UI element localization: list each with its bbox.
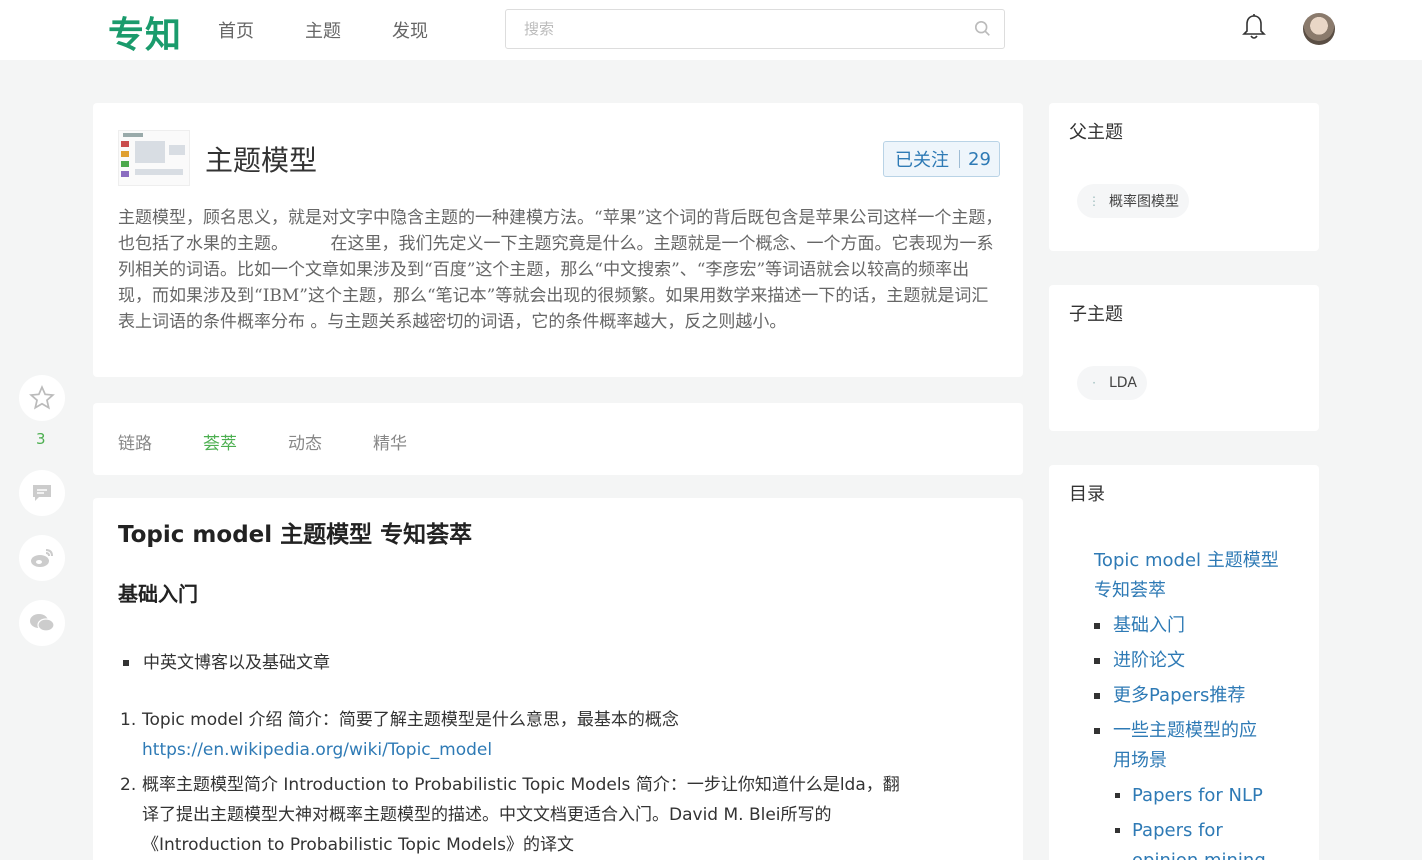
wechat-share-button[interactable] <box>19 600 65 646</box>
star-button[interactable] <box>19 375 65 421</box>
top-navbar: 专知 首页 主题 发现 <box>0 0 1422 60</box>
bullet-text: 中英文博客以及基础文章 <box>143 653 330 673</box>
follow-divider <box>959 150 960 168</box>
list-item-text-line: 《Introduction to Probabilistic Topic Mod… <box>142 835 575 855</box>
topic-description: 主题模型，顾名思义，就是对文字中隐含主题的一种建模方法。“苹果”这个词的背后既包… <box>118 208 1003 332</box>
toc-bullet <box>1094 728 1100 734</box>
list-item: 1. Topic model 介绍 简介：简要了解主题模型是什么意思，最基本的概… <box>120 705 990 765</box>
search-input[interactable] <box>506 10 946 48</box>
parent-topic-card: 父主题 ⋮ 概率图模型 <box>1049 103 1319 251</box>
parent-topic-tag[interactable]: ⋮ 概率图模型 <box>1077 184 1189 218</box>
topic-title: 主题模型 <box>205 144 318 177</box>
table-of-contents: 目录 Topic model 主题模型 专知荟萃 基础入门 进阶论文 更多Pap… <box>1049 465 1319 860</box>
comment-button[interactable] <box>19 470 65 516</box>
list-item-text-line: 概率主题模型简介 Introduction to Probabilistic T… <box>142 775 900 795</box>
follow-button[interactable]: 已关注 29 <box>883 141 1000 177</box>
toc-item-main[interactable]: 专知荟萃 <box>1094 576 1166 606</box>
wikipedia-link[interactable]: https://en.wikipedia.org/wiki/Topic_mode… <box>142 735 990 765</box>
list-item: 中英文博客以及基础文章 <box>123 648 330 673</box>
weibo-share-button[interactable] <box>19 535 65 581</box>
nav-topics[interactable]: 主题 <box>305 17 341 43</box>
topic-tag-icon: ⋮ <box>1088 194 1100 208</box>
child-topic-title: 子主题 <box>1069 304 1123 325</box>
tab-links[interactable]: 链路 <box>118 429 152 454</box>
toc-title: 目录 <box>1069 484 1105 505</box>
parent-topic-title: 父主题 <box>1069 122 1123 143</box>
child-topic-tag-label: LDA <box>1109 375 1137 391</box>
toc-bullet <box>1094 658 1100 664</box>
weibo-icon <box>31 549 53 567</box>
toc-item-applications[interactable]: 用场景 <box>1113 746 1167 776</box>
site-logo[interactable]: 专知 <box>108 6 182 58</box>
topic-tabs: 链路 荟萃 动态 精华 <box>93 403 1023 475</box>
content-card: Topic model 主题模型 专知荟萃 基础入门 中英文博客以及基础文章 1… <box>93 498 1023 860</box>
topic-tag-icon: · <box>1092 376 1096 390</box>
tab-activity[interactable]: 动态 <box>288 429 322 454</box>
toc-bullet <box>1094 623 1100 629</box>
comment-icon <box>33 485 51 501</box>
avatar[interactable] <box>1303 13 1335 45</box>
toc-item-applications[interactable]: 一些主题模型的应 <box>1113 716 1257 746</box>
toc-bullet <box>1094 693 1100 699</box>
follow-label: 已关注 <box>895 150 949 171</box>
search-icon[interactable] <box>974 20 992 38</box>
follow-count: 29 <box>968 148 991 170</box>
nav-home[interactable]: 首页 <box>218 17 254 43</box>
toc-sub-bullet <box>1115 828 1120 833</box>
tab-highlights[interactable]: 精华 <box>373 429 407 454</box>
toc-item-main[interactable]: Topic model 主题模型 <box>1094 546 1279 576</box>
toc-item-basics[interactable]: 基础入门 <box>1113 611 1185 641</box>
nav-discover[interactable]: 发现 <box>392 17 428 43</box>
star-icon <box>29 385 55 410</box>
toc-item-papers-nlp[interactable]: Papers for NLP <box>1132 781 1263 811</box>
list-item-text-line: 译了提出主题模型大神对概率主题模型的描述。中文文档更适合入门。David M. … <box>142 805 832 825</box>
bell-icon[interactable] <box>1241 13 1267 41</box>
list-number: 1. <box>120 710 137 730</box>
parent-topic-tag-label: 概率图模型 <box>1109 194 1179 210</box>
child-topic-card: 子主题 · LDA <box>1049 285 1319 431</box>
toc-item-advanced[interactable]: 进阶论文 <box>1113 646 1185 676</box>
toc-sub-bullet <box>1115 793 1120 798</box>
topic-thumbnail <box>118 130 190 186</box>
bullet-marker <box>123 660 129 666</box>
toc-item-papers-opinion[interactable]: opinion mining <box>1132 846 1266 860</box>
search-box <box>505 9 1005 49</box>
star-count: 3 <box>36 430 46 448</box>
topic-header-card: 主题模型 已关注 29 主题模型，顾名思义，就是对文字中隐含主题的一种建模方法。… <box>93 103 1023 377</box>
wechat-icon <box>30 614 55 632</box>
section-heading: 基础入门 <box>118 582 198 606</box>
list-item-text: Topic model 介绍 简介：简要了解主题模型是什么意思，最基本的概念 <box>142 710 679 730</box>
list-number: 2. <box>120 775 137 795</box>
toc-item-papers-opinion[interactable]: Papers for <box>1132 816 1223 846</box>
child-topic-tag[interactable]: · LDA <box>1077 366 1147 400</box>
tab-collection[interactable]: 荟萃 <box>203 429 237 454</box>
list-item: 2. 概率主题模型简介 Introduction to Probabilisti… <box>120 770 990 860</box>
content-title: Topic model 主题模型 专知荟萃 <box>118 522 473 548</box>
toc-item-more-papers[interactable]: 更多Papers推荐 <box>1113 681 1245 711</box>
